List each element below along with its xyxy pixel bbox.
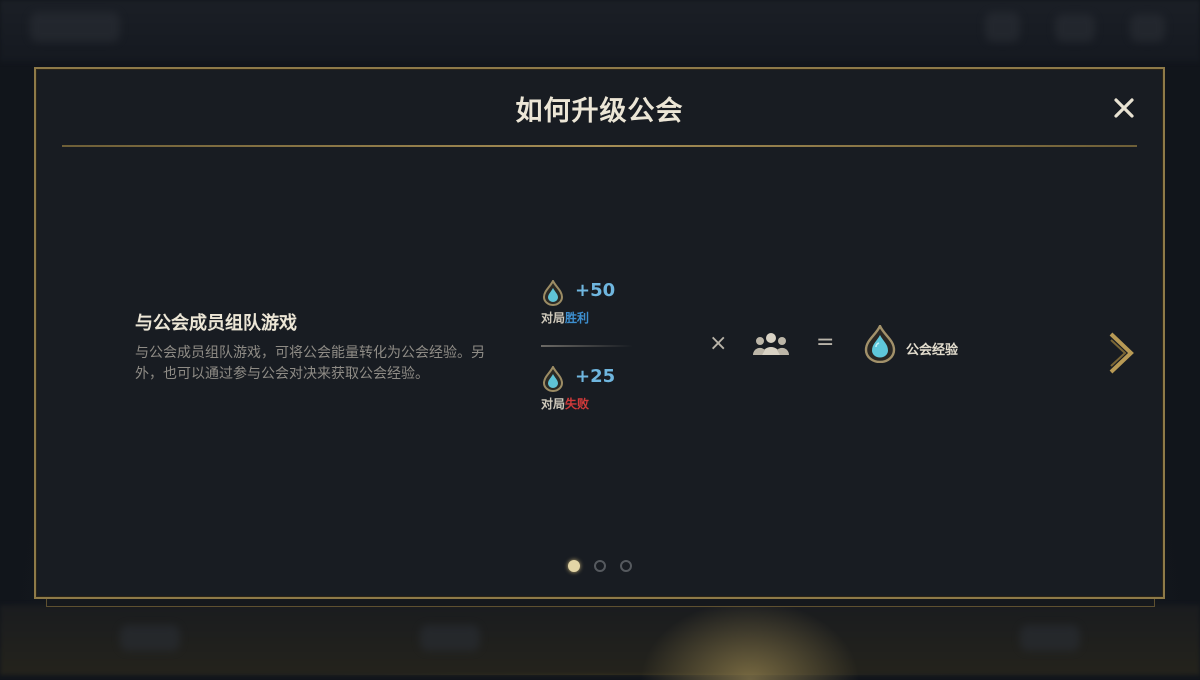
chevron-right-icon: [1109, 332, 1134, 374]
slide-description: 与公会成员组队游戏，可将公会能量转化为公会经验。另外，也可以通过参与公会对决来获…: [135, 345, 485, 382]
multiply-sign: ×: [709, 331, 728, 356]
next-page-button[interactable]: [1107, 331, 1137, 379]
page-dot-1[interactable]: [568, 560, 580, 572]
close-button[interactable]: [1111, 95, 1137, 121]
lose-result: 失败: [565, 397, 590, 411]
page-dot-3[interactable]: [620, 560, 632, 572]
background-glow: [640, 600, 860, 680]
background-element: [1020, 625, 1080, 651]
background-element: [120, 625, 180, 651]
lose-amount: +25: [575, 366, 616, 387]
guild-energy-drop-icon: [542, 280, 564, 306]
page-dot-2[interactable]: [594, 560, 606, 572]
reward-separator: [541, 345, 633, 347]
background-element: [1055, 14, 1095, 42]
win-label: 对局胜利: [541, 309, 589, 326]
modal-base-ledge: [46, 599, 1155, 607]
upgrade-guild-dialog: 如何升级公会 与公会成员组队游戏 与公会成员组队游戏，可将公会能量转化为公会经验…: [34, 67, 1165, 599]
win-amount: +50: [575, 280, 616, 301]
win-result: 胜利: [565, 311, 590, 325]
guild-energy-drop-icon: [542, 366, 564, 392]
background-element: [420, 625, 480, 651]
close-icon: [1114, 98, 1134, 118]
guild-experience-drop-icon: [864, 325, 896, 363]
team-members-icon: [752, 333, 790, 355]
lose-label: 对局失败: [541, 395, 589, 412]
match-prefix: 对局: [541, 397, 566, 411]
background-element: [1130, 14, 1165, 42]
title-divider: [62, 145, 1137, 147]
guild-experience-label: 公会经验: [906, 343, 959, 358]
equals-sign: =: [816, 330, 835, 355]
dialog-title: 如何升级公会: [515, 96, 684, 127]
background-element: [985, 12, 1020, 42]
background-element: [30, 12, 120, 42]
background-top-bar: [0, 0, 1200, 62]
slide-heading: 与公会成员组队游戏: [135, 313, 297, 334]
pagination-dots: [566, 560, 636, 574]
match-prefix: 对局: [541, 311, 566, 325]
